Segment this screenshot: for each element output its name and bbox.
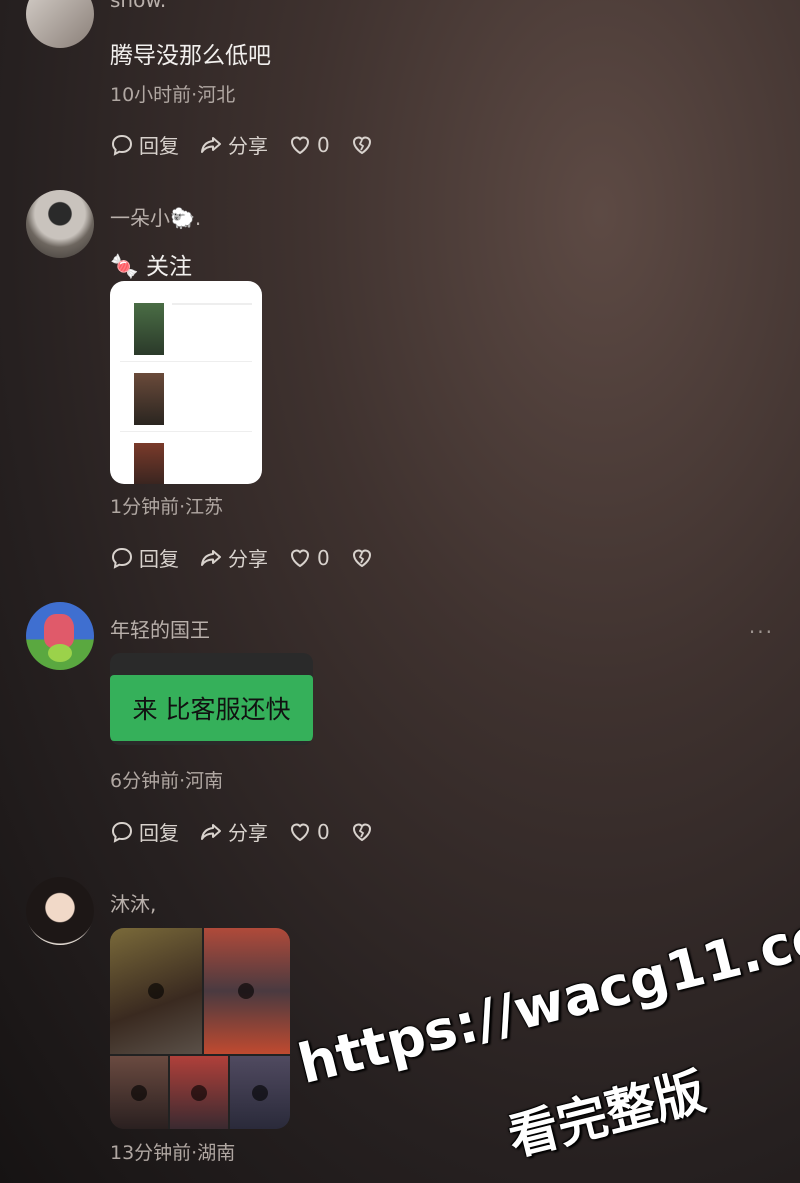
broken-heart-icon bbox=[350, 133, 374, 157]
watermark-url: https://wacg11.com bbox=[292, 889, 800, 1097]
video-collage-attachment[interactable] bbox=[110, 928, 290, 1129]
like-button[interactable]: 0 bbox=[288, 820, 330, 844]
comment-meta: 1分钟前·江苏 bbox=[110, 496, 224, 518]
comment-actions: 回复 分享 0 bbox=[110, 543, 374, 572]
share-label: 分享 bbox=[228, 547, 268, 571]
dislike-button[interactable] bbox=[350, 820, 374, 844]
comment-text: 腾导没那么低吧 bbox=[110, 43, 271, 69]
comment-username[interactable]: 一朵小🐑. bbox=[110, 202, 201, 231]
comment-username[interactable]: 沐沐, bbox=[110, 888, 156, 917]
avatar[interactable] bbox=[26, 602, 94, 670]
broken-heart-icon bbox=[350, 546, 374, 570]
like-count: 0 bbox=[317, 819, 330, 844]
share-button[interactable]: 分享 bbox=[199, 543, 268, 572]
reply-label: 回复 bbox=[139, 821, 179, 845]
comment-username[interactable]: 年轻的国王 bbox=[110, 614, 210, 643]
play-icon[interactable] bbox=[191, 1085, 207, 1101]
comment-meta: 10小时前·河北 bbox=[110, 84, 236, 106]
share-icon bbox=[199, 820, 223, 844]
heart-icon bbox=[288, 546, 312, 570]
share-label: 分享 bbox=[228, 821, 268, 845]
heart-icon bbox=[288, 133, 312, 157]
reply-button[interactable]: 回复 bbox=[110, 543, 179, 572]
share-icon bbox=[199, 546, 223, 570]
reply-label: 回复 bbox=[139, 134, 179, 158]
more-options-icon[interactable]: ··· bbox=[749, 620, 774, 644]
avatar[interactable] bbox=[26, 190, 94, 258]
like-button[interactable]: 0 bbox=[288, 546, 330, 570]
reply-icon bbox=[110, 133, 134, 157]
play-icon[interactable] bbox=[252, 1085, 268, 1101]
dislike-button[interactable] bbox=[350, 546, 374, 570]
reply-button[interactable]: 回复 bbox=[110, 130, 179, 159]
avatar[interactable] bbox=[26, 0, 94, 48]
like-count: 0 bbox=[317, 132, 330, 157]
avatar[interactable] bbox=[26, 877, 94, 945]
play-icon[interactable] bbox=[238, 983, 254, 999]
comment-meta: 6分钟前·河南 bbox=[110, 770, 224, 792]
play-icon[interactable] bbox=[148, 983, 164, 999]
reply-label: 回复 bbox=[139, 547, 179, 571]
like-button[interactable]: 0 bbox=[288, 133, 330, 157]
comment-actions: 回复 分享 0 bbox=[110, 130, 374, 159]
image-attachment[interactable] bbox=[110, 281, 262, 484]
reply-icon bbox=[110, 546, 134, 570]
like-count: 0 bbox=[317, 545, 330, 570]
share-button[interactable]: 分享 bbox=[199, 130, 268, 159]
comment-meta: 13分钟前·湖南 bbox=[110, 1142, 236, 1164]
play-icon[interactable] bbox=[131, 1085, 147, 1101]
comment-username[interactable]: snow. bbox=[110, 0, 166, 12]
comment-text: 🍬 关注 bbox=[110, 254, 192, 280]
watermark-caption: 看完整版 bbox=[502, 1062, 711, 1167]
dislike-button[interactable] bbox=[350, 133, 374, 157]
share-label: 分享 bbox=[228, 134, 268, 158]
share-button[interactable]: 分享 bbox=[199, 817, 268, 846]
sticker-text: 来 比客服还快 bbox=[132, 695, 291, 724]
comment-actions: 回复 分享 0 bbox=[110, 817, 374, 846]
reply-icon bbox=[110, 820, 134, 844]
share-icon bbox=[199, 133, 223, 157]
heart-icon bbox=[288, 820, 312, 844]
reply-button[interactable]: 回复 bbox=[110, 817, 179, 846]
sticker-attachment[interactable]: 来 比客服还快 bbox=[110, 653, 313, 745]
broken-heart-icon bbox=[350, 820, 374, 844]
